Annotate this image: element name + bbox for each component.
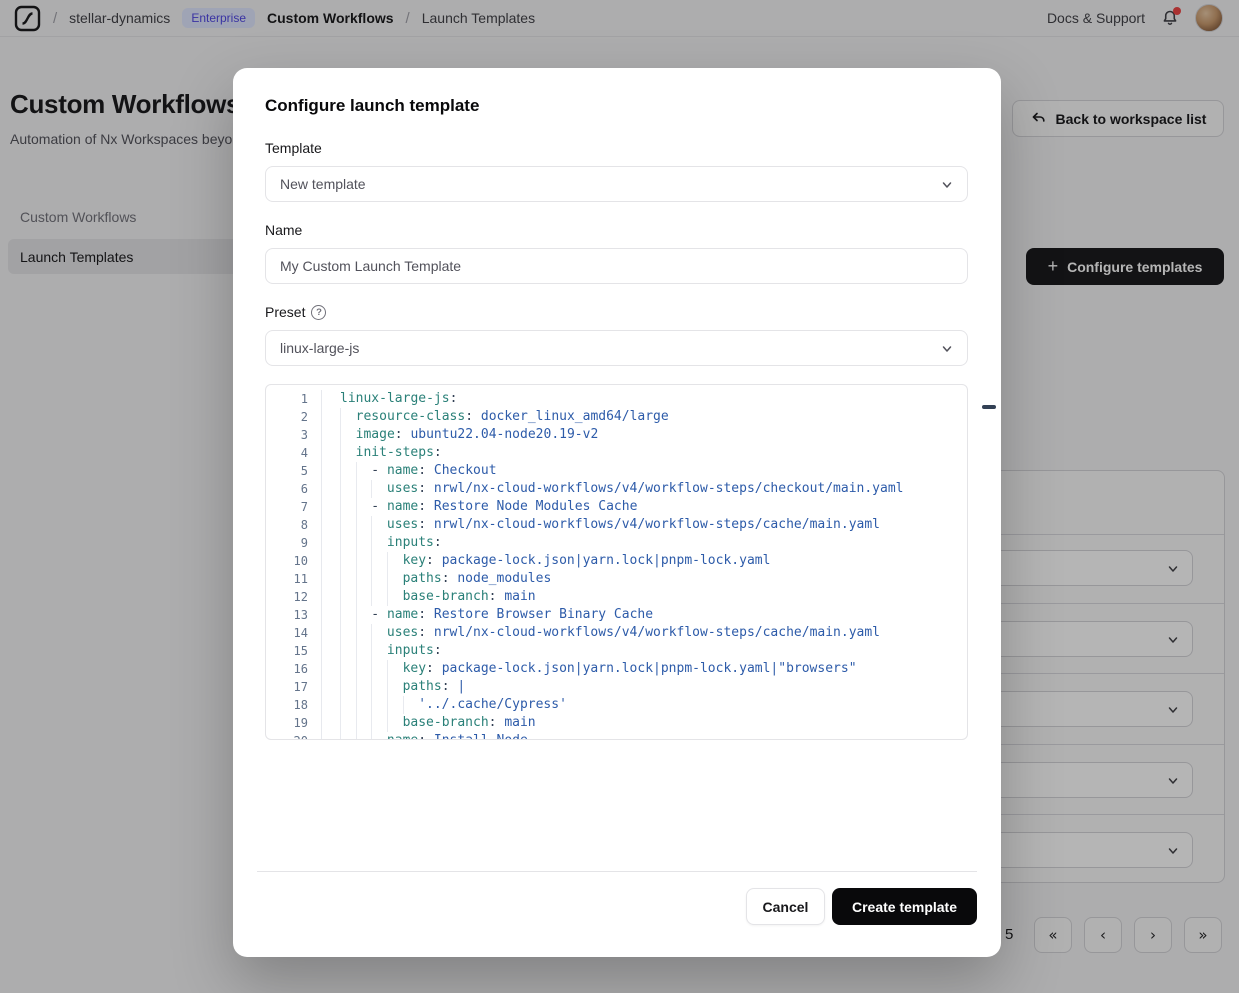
- template-select-value: New template: [280, 176, 366, 192]
- modal-title: Configure launch template: [265, 96, 479, 116]
- cancel-button[interactable]: Cancel: [746, 888, 825, 925]
- template-select[interactable]: New template: [265, 166, 968, 202]
- code-editor-lines: 1linux-large-js:2resource-class: docker_…: [266, 390, 967, 740]
- code-line: 2resource-class: docker_linux_amd64/larg…: [266, 408, 967, 426]
- help-icon[interactable]: ?: [311, 305, 326, 320]
- code-line: 9inputs:: [266, 534, 967, 552]
- code-line: 11paths: node_modules: [266, 570, 967, 588]
- yaml-code-editor[interactable]: 1linux-large-js:2resource-class: docker_…: [265, 384, 968, 740]
- code-line: 19base-branch: main: [266, 714, 967, 732]
- code-line: 4init-steps:: [266, 444, 967, 462]
- code-line: 16key: package-lock.json|yarn.lock|pnpm-…: [266, 660, 967, 678]
- editor-scrollbar-thumb[interactable]: [982, 405, 996, 409]
- code-line: 13- name: Restore Browser Binary Cache: [266, 606, 967, 624]
- modal-footer-divider: [257, 871, 977, 872]
- preset-label-text: Preset: [265, 304, 305, 320]
- configure-launch-template-modal: Configure launch template Template New t…: [233, 68, 1001, 957]
- code-line: 1linux-large-js:: [266, 390, 967, 408]
- code-line: 6uses: nrwl/nx-cloud-workflows/v4/workfl…: [266, 480, 967, 498]
- chevron-down-icon: [940, 342, 954, 356]
- template-field-label: Template: [265, 140, 322, 156]
- chevron-down-icon: [940, 178, 954, 192]
- code-line: 8uses: nrwl/nx-cloud-workflows/v4/workfl…: [266, 516, 967, 534]
- name-input-value: My Custom Launch Template: [280, 258, 461, 274]
- code-line: 20name: Install Node: [266, 732, 967, 740]
- code-line: 18'../.cache/Cypress': [266, 696, 967, 714]
- preset-field-label: Preset ?: [265, 304, 326, 320]
- code-line: 10key: package-lock.json|yarn.lock|pnpm-…: [266, 552, 967, 570]
- code-line: 7- name: Restore Node Modules Cache: [266, 498, 967, 516]
- code-line: 5- name: Checkout: [266, 462, 967, 480]
- code-line: 15inputs:: [266, 642, 967, 660]
- code-line: 14uses: nrwl/nx-cloud-workflows/v4/workf…: [266, 624, 967, 642]
- preset-select-value: linux-large-js: [280, 340, 359, 356]
- code-line: 3image: ubuntu22.04-node20.19-v2: [266, 426, 967, 444]
- code-line: 12base-branch: main: [266, 588, 967, 606]
- name-field-label: Name: [265, 222, 302, 238]
- name-input[interactable]: My Custom Launch Template: [265, 248, 968, 284]
- code-line: 17paths: |: [266, 678, 967, 696]
- preset-select[interactable]: linux-large-js: [265, 330, 968, 366]
- create-template-button[interactable]: Create template: [832, 888, 977, 925]
